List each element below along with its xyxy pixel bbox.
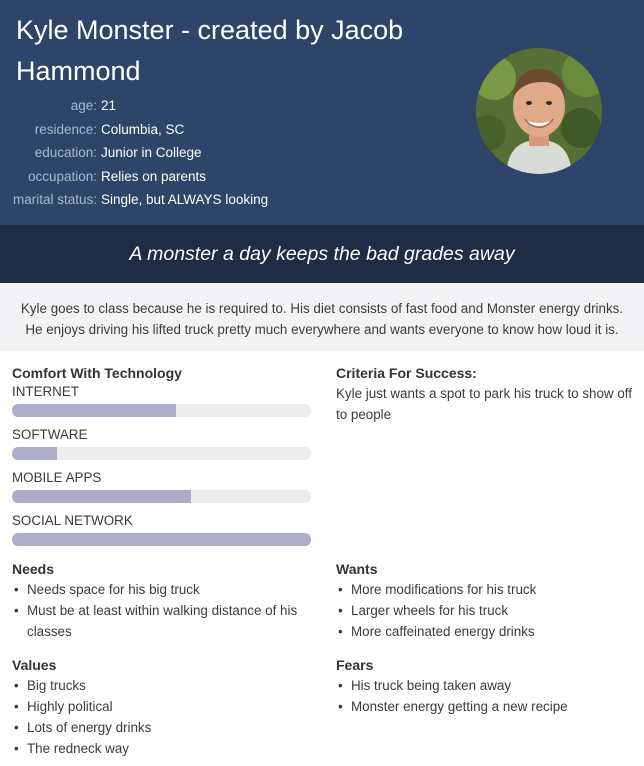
- fact-value: Columbia, SC: [101, 121, 185, 137]
- wants-title: Wants: [336, 561, 378, 577]
- list-item: His truck being taken away: [336, 675, 636, 696]
- list-item: The redneck way: [12, 738, 312, 759]
- fact-value: Single, but ALWAYS looking: [101, 192, 269, 207]
- success-text: Kyle just wants a spot to park his truck…: [336, 386, 632, 422]
- technology-title: Comfort With Technology: [12, 365, 182, 381]
- fact-label: occupation:: [27, 168, 97, 184]
- persona-title: Kyle Monster - created by Jacob Hammond: [16, 15, 404, 86]
- persona-header: Kyle Monster - created by Jacob Hammond …: [0, 0, 644, 225]
- tech-bar-fill: [12, 490, 192, 503]
- bio-section: Kyle goes to class because he is require…: [0, 283, 644, 351]
- needs-section: Needs Needs space for his big truck Must…: [12, 559, 312, 642]
- fact-residence: residence: Columbia, SC: [0, 118, 460, 142]
- persona-quote: A monster a day keeps the bad grades awa…: [129, 243, 515, 265]
- list-item: More caffeinated energy drinks: [336, 621, 636, 642]
- fact-age: age: 21: [0, 94, 460, 118]
- tech-label: MOBILE APPS: [12, 470, 102, 485]
- values-title: Values: [12, 657, 57, 673]
- fact-label: age:: [70, 98, 97, 113]
- tech-bar-fill: [12, 533, 311, 546]
- quote-banner: A monster a day keeps the bad grades awa…: [0, 225, 644, 283]
- tech-bar-track: [12, 404, 311, 417]
- fact-label: marital status:: [12, 192, 97, 207]
- fact-marital-status: marital status: Single, but ALWAYS lookin…: [0, 188, 460, 212]
- fears-list: His truck being taken away Monster energ…: [336, 675, 636, 717]
- list-item: Lots of energy drinks: [12, 717, 312, 738]
- list-item: Big trucks: [12, 675, 312, 696]
- values-list: Big trucks Highly political Lots of ener…: [12, 675, 312, 759]
- fears-title: Fears: [336, 657, 374, 673]
- tech-label: SOCIAL NETWORK: [12, 513, 133, 528]
- persona-facts: age: 21 residence: Columbia, SC education:…: [0, 94, 460, 212]
- list-item: Must be at least within walking distance…: [12, 600, 312, 642]
- avatar-photo-icon: [476, 48, 602, 174]
- list-item: Needs space for his big truck: [12, 579, 312, 600]
- success-title: Criteria For Success:: [336, 365, 477, 381]
- tech-item-internet: INTERNET: [12, 383, 312, 417]
- list-item: More modifications for his truck: [336, 579, 636, 600]
- tech-bar-track: [12, 447, 311, 460]
- list-item: Highly political: [12, 696, 312, 717]
- tech-item-software: SOFTWARE: [12, 426, 312, 460]
- needs-title: Needs: [12, 561, 55, 577]
- fact-value: Junior in College: [101, 145, 202, 160]
- fact-education: education: Junior in College: [0, 141, 460, 165]
- wants-list: More modifications for his truck Larger …: [336, 579, 636, 642]
- fact-label: education:: [34, 145, 97, 160]
- persona-avatar: [476, 48, 602, 174]
- technology-section: Comfort With Technology INTERNET SOFTWAR…: [12, 363, 312, 555]
- tech-bar-track: [12, 533, 311, 546]
- wants-section: Wants More modifications for his truck L…: [336, 559, 636, 642]
- tech-item-social-network: SOCIAL NETWORK: [12, 512, 312, 546]
- fact-value: 21: [101, 98, 117, 113]
- tech-bar-fill: [12, 447, 57, 460]
- success-section: Criteria For Success: Kyle just wants a …: [336, 363, 636, 425]
- fact-label: residence:: [34, 121, 97, 137]
- tech-bar-fill: [12, 404, 177, 417]
- fact-value: Relies on parents: [101, 168, 207, 184]
- values-section: Values Big trucks Highly political Lots …: [12, 655, 312, 759]
- needs-list: Needs space for his big truck Must be at…: [12, 579, 312, 642]
- tech-label: SOFTWARE: [12, 427, 88, 442]
- tech-item-mobile-apps: MOBILE APPS: [12, 469, 312, 503]
- fears-section: Fears His truck being taken away Monster…: [336, 655, 636, 717]
- persona-bio: Kyle goes to class because he is require…: [20, 301, 624, 337]
- tech-label: INTERNET: [12, 384, 79, 399]
- list-item: Larger wheels for his truck: [336, 600, 636, 621]
- tech-bar-track: [12, 490, 311, 503]
- fact-occupation: occupation: Relies on parents: [0, 165, 460, 189]
- list-item: Monster energy getting a new recipe: [336, 696, 636, 717]
